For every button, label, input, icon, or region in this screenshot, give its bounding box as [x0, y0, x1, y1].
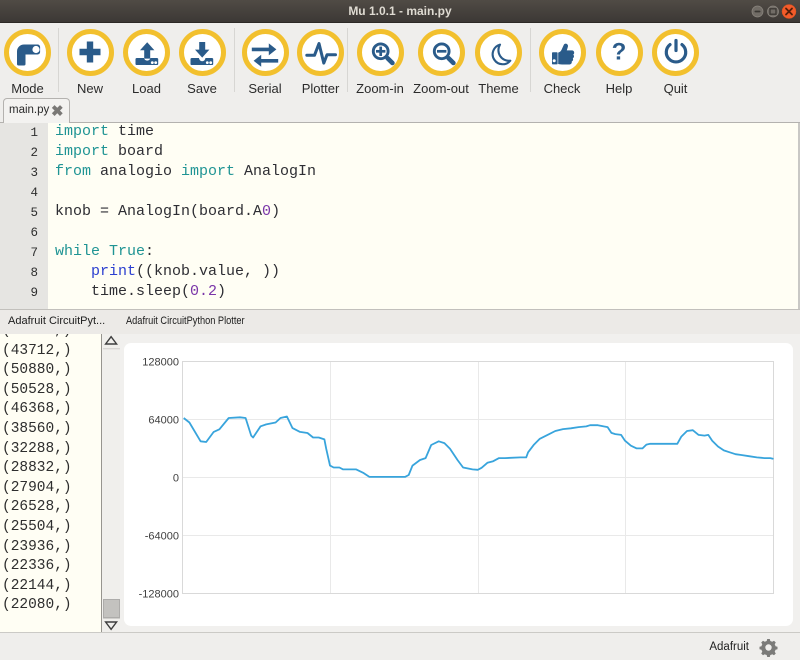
svg-text:64000: 64000: [148, 415, 179, 427]
svg-text:-128000: -128000: [139, 589, 179, 601]
svg-text:128000: 128000: [142, 357, 179, 369]
svg-text:?: ?: [612, 39, 627, 66]
svg-text:-64000: -64000: [145, 531, 179, 543]
svg-text:0: 0: [173, 473, 179, 485]
